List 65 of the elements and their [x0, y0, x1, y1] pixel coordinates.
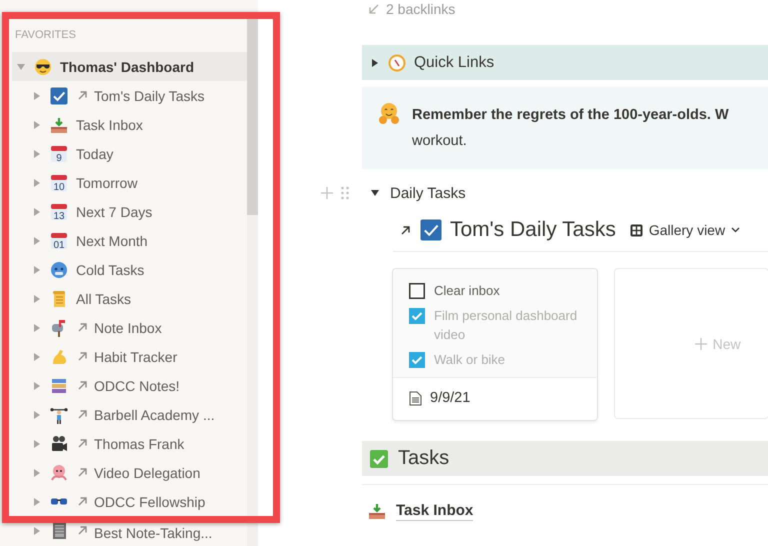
caret-down-icon[interactable]	[370, 188, 380, 198]
weightlifter-icon	[50, 406, 68, 424]
sunglasses-face-icon	[34, 58, 52, 76]
calendar-icon: 01	[50, 232, 68, 250]
page-link[interactable]: Task Inbox	[396, 502, 474, 520]
sidebar-item[interactable]: ODCC Fellowship	[12, 487, 247, 516]
calendar-icon: 13	[50, 202, 68, 220]
sidebar-item[interactable]: 13 Next 7 Days	[12, 197, 247, 226]
books-icon	[50, 376, 68, 394]
document-icon	[409, 390, 422, 406]
octopus-icon	[50, 464, 68, 482]
mailbox-icon	[50, 318, 68, 336]
sidebar-item[interactable]: Habit Tracker	[12, 342, 247, 371]
card-title: 9/9/21	[430, 390, 470, 406]
sidebar-item[interactable]: Tom's Daily Tasks	[12, 81, 247, 110]
sidebar-item[interactable]: 9 Today	[12, 139, 247, 168]
inbox-tray-icon	[368, 502, 386, 520]
notebook-icon	[50, 522, 68, 540]
sidebar-item[interactable]: Cold Tasks	[12, 255, 247, 284]
hugging-face-icon	[378, 102, 400, 124]
sidebar-item[interactable]: Thomas' Dashboard	[12, 52, 247, 81]
compass-icon	[388, 54, 406, 72]
glasses-icon	[50, 498, 68, 505]
flexed-arm-icon	[50, 348, 68, 366]
todo-text: Clear inbox	[434, 282, 500, 300]
sidebar-item[interactable]: All Tasks	[12, 284, 247, 313]
toggle-title: Quick Links	[414, 54, 494, 72]
movie-camera-icon	[50, 434, 68, 452]
face-icon	[50, 260, 68, 278]
todo-text: Film personal dashboard video	[434, 307, 578, 344]
database-title[interactable]: Tom's Daily Tasks	[450, 218, 616, 242]
scroll-icon	[50, 290, 68, 308]
checkbox[interactable]	[409, 352, 425, 368]
toggle-title[interactable]: Daily Tasks	[390, 184, 466, 202]
calendar-icon: 9	[50, 144, 68, 162]
check-mark-icon	[370, 450, 388, 468]
heading-text: Tasks	[398, 447, 450, 470]
checkbox-icon	[50, 86, 68, 104]
backlink-arrow-icon	[368, 2, 380, 14]
sidebar-item[interactable]: Note Inbox	[12, 313, 247, 342]
checkbox[interactable]	[409, 308, 425, 324]
sidebar-item[interactable]: Task Inbox	[12, 110, 247, 139]
section-label: FAVORITES	[15, 28, 76, 43]
caret-right-icon[interactable]	[370, 58, 380, 68]
checkbox[interactable]	[409, 283, 425, 299]
calendar-icon: 10	[50, 174, 68, 192]
callout-text: workout.	[412, 132, 468, 151]
drag-handle-icon[interactable]	[340, 186, 350, 200]
sidebar-item[interactable]: Barbell Academy ...	[12, 400, 247, 429]
inbox-tray-icon	[50, 116, 68, 134]
chevron-down-icon	[731, 227, 740, 233]
todo-text: Walk or bike	[434, 351, 506, 369]
sidebar-item[interactable]: Thomas Frank	[12, 429, 247, 458]
gallery-icon	[630, 224, 643, 236]
callout-text: Remember the regrets of the 100-year-olds. W	[412, 106, 729, 125]
sidebar-item[interactable]: Best Note-Taking...	[12, 516, 247, 545]
sidebar-item[interactable]: 10 Tomorrow	[12, 168, 247, 197]
sidebar-item[interactable]: ODCC Notes!	[12, 371, 247, 400]
view-switcher[interactable]: Gallery view	[630, 222, 740, 238]
sidebar-item[interactable]: Video Delegation	[12, 458, 247, 487]
add-block-icon[interactable]	[320, 186, 334, 200]
sidebar-item[interactable]: 01 Next Month	[12, 226, 247, 255]
checkbox-icon	[420, 219, 442, 241]
plus-icon	[694, 338, 707, 350]
toggle-block[interactable]: Quick Links	[362, 45, 768, 80]
